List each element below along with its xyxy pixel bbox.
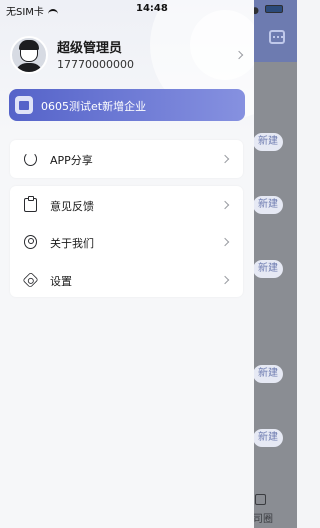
user-circle-icon	[24, 235, 37, 249]
menu-item-about[interactable]: 关于我们	[10, 223, 243, 261]
gear-icon	[22, 271, 39, 289]
carrier-label: 无SIM卡	[6, 7, 44, 18]
menu-item-label: APP分享	[50, 154, 93, 167]
decor-circle	[190, 10, 254, 80]
avatar-hair	[19, 40, 39, 50]
company-switch-button[interactable]: 0605测试et新增企业	[9, 89, 245, 121]
chevron-right-icon	[220, 275, 230, 285]
chevron-right-icon	[220, 237, 230, 247]
chevron-right-icon	[220, 154, 230, 164]
menu-item-share[interactable]: APP分享	[10, 140, 243, 178]
bottom-tab-label: 司圈	[253, 514, 273, 525]
menu-item-settings[interactable]: 设置	[10, 261, 243, 299]
calendar-icon	[255, 494, 266, 505]
status-time: 14:48	[136, 3, 168, 14]
new-button[interactable]: 新建	[253, 429, 283, 447]
new-button[interactable]: 新建	[253, 365, 283, 383]
company-label: 0605测试et新增企业	[41, 100, 147, 113]
wifi-icon	[47, 8, 58, 16]
menu-item-label: 关于我们	[50, 237, 94, 250]
chevron-right-icon	[220, 200, 230, 210]
menu-item-label: 意见反馈	[50, 200, 94, 213]
menu-item-feedback[interactable]: 意见反馈	[10, 186, 243, 224]
menu-card: 意见反馈 关于我们 设置	[10, 186, 243, 297]
user-phone: 17770000000	[57, 58, 134, 71]
battery-icon	[265, 5, 283, 13]
message-icon[interactable]	[269, 30, 285, 44]
user-name[interactable]: 超级管理员	[57, 37, 122, 56]
refresh-share-icon	[24, 152, 37, 166]
new-button[interactable]: 新建	[253, 196, 283, 214]
company-icon	[15, 96, 33, 114]
status-carrier: 无SIM卡	[6, 3, 58, 18]
side-drawer: 无SIM卡 14:48 超级管理员 17770000000 0605测试et新增…	[0, 0, 254, 528]
new-button[interactable]: 新建	[253, 260, 283, 278]
menu-item-label: 设置	[50, 275, 72, 288]
avatar[interactable]	[10, 36, 48, 74]
new-button[interactable]: 新建	[253, 133, 283, 151]
clipboard-icon	[24, 196, 37, 212]
share-card: APP分享	[10, 140, 243, 178]
